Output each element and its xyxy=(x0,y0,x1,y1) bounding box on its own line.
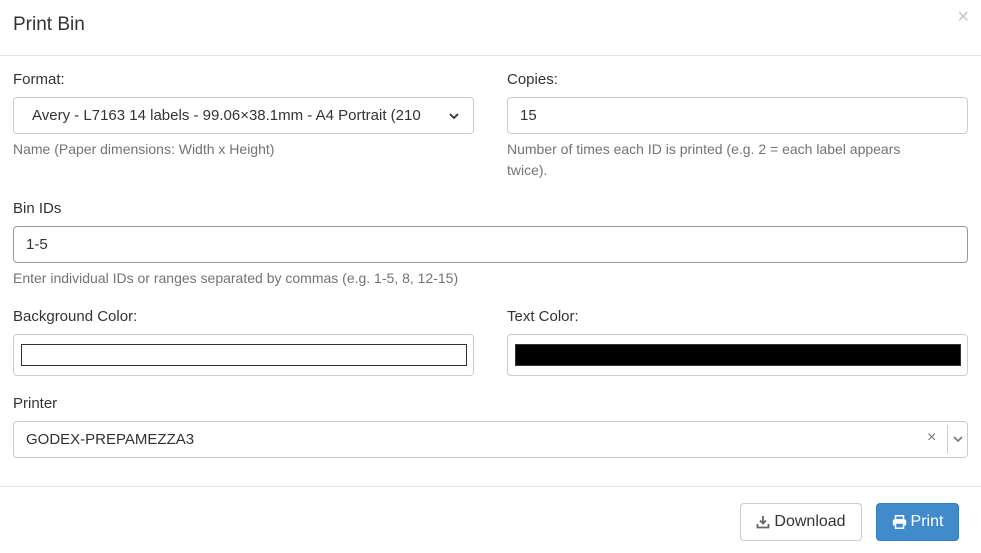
format-help: Name (Paper dimensions: Width x Height) xyxy=(13,141,275,157)
download-icon xyxy=(757,516,770,529)
modal-title: Print Bin xyxy=(13,14,85,35)
printer-divider xyxy=(947,425,948,454)
text-color-input[interactable] xyxy=(507,334,968,376)
print-icon xyxy=(892,515,906,529)
print-button-label: Print xyxy=(910,513,944,530)
print-button[interactable]: Print xyxy=(876,503,959,541)
format-select-value: Avery - L7163 14 labels - 99.06×38.1mm -… xyxy=(32,107,421,124)
chevron-down-icon xyxy=(449,112,459,119)
text-color-swatch xyxy=(515,344,961,366)
copies-input[interactable]: 15 xyxy=(507,97,968,134)
copies-help-line2: twice). xyxy=(507,162,548,178)
format-label: Format: xyxy=(13,71,65,88)
format-select[interactable]: Avery - L7163 14 labels - 99.06×38.1mm -… xyxy=(13,97,474,134)
printer-select[interactable]: GODEX-PREPAMEZZA3 xyxy=(13,421,968,458)
printer-select-value: GODEX-PREPAMEZZA3 xyxy=(26,431,195,448)
background-color-label: Background Color: xyxy=(13,308,138,325)
copies-input-value: 15 xyxy=(520,107,537,124)
bin-ids-help: Enter individual IDs or ranges separated… xyxy=(13,270,459,286)
close-icon[interactable]: × xyxy=(957,6,969,29)
copies-help: Number of times each ID is printed (e.g.… xyxy=(507,139,900,181)
clear-icon[interactable]: × xyxy=(927,429,936,447)
background-color-swatch xyxy=(21,344,467,366)
background-color-input[interactable] xyxy=(13,334,474,376)
modal-header: Print Bin × xyxy=(0,0,981,56)
copies-label: Copies: xyxy=(507,71,558,88)
bin-ids-input-value: 1-5 xyxy=(26,236,48,253)
download-button-label: Download xyxy=(774,513,846,530)
copies-help-line1: Number of times each ID is printed (e.g.… xyxy=(507,141,901,157)
printer-label: Printer xyxy=(13,395,58,412)
chevron-down-icon[interactable] xyxy=(951,432,965,446)
text-color-label: Text Color: xyxy=(507,308,579,325)
bin-ids-input[interactable]: 1-5 xyxy=(13,226,968,263)
footer-divider xyxy=(0,486,981,487)
bin-ids-label: Bin IDs xyxy=(13,200,62,217)
download-button[interactable]: Download xyxy=(740,503,862,541)
